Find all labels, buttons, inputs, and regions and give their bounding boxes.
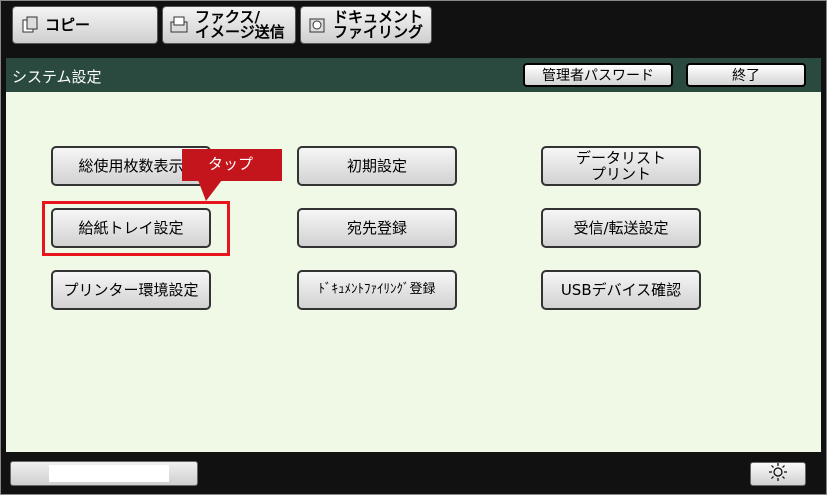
doc-filing-registration-button[interactable]: ﾄﾞｷｭﾒﾝﾄﾌｧｲﾘﾝｸﾞ登録 — [297, 270, 457, 310]
status-bar — [10, 461, 198, 486]
tap-callout: タップ — [182, 149, 282, 181]
usb-device-check-button[interactable]: USBデバイス確認 — [541, 270, 701, 310]
data-list-print-button[interactable]: データリスト プリント — [541, 146, 701, 186]
tab-copy-label: コピー — [45, 15, 91, 34]
printer-env-settings-button[interactable]: プリンター環境設定 — [51, 270, 211, 310]
fax-icon — [169, 15, 191, 35]
callout-arrow — [198, 180, 222, 201]
document-filing-icon — [307, 15, 329, 35]
tab-document-filing[interactable]: ドキュメント ファイリング — [300, 6, 432, 44]
admin-password-button[interactable]: 管理者パスワード — [523, 63, 673, 87]
tap-highlight-frame — [42, 201, 230, 256]
tab-fax-image-send[interactable]: ファクス/ イメージ送信 — [162, 6, 296, 44]
initial-settings-button[interactable]: 初期設定 — [297, 146, 457, 186]
tab-copy[interactable]: コピー — [12, 6, 158, 44]
tab-fax-label: ファクス/ イメージ送信 — [195, 8, 285, 41]
receive-forward-settings-button[interactable]: 受信/転送設定 — [541, 208, 701, 248]
copy-icon — [19, 15, 41, 35]
address-registration-button[interactable]: 宛先登録 — [297, 208, 457, 248]
page-title: システム設定 — [12, 68, 102, 86]
brightness-button[interactable] — [750, 462, 806, 486]
brightness-icon — [768, 462, 788, 486]
header-bar: システム設定 管理者パスワード 終了 — [6, 58, 821, 92]
status-display — [49, 465, 169, 482]
tab-document-filing-label: ドキュメント ファイリング — [333, 8, 424, 41]
exit-button[interactable]: 終了 — [686, 63, 806, 87]
